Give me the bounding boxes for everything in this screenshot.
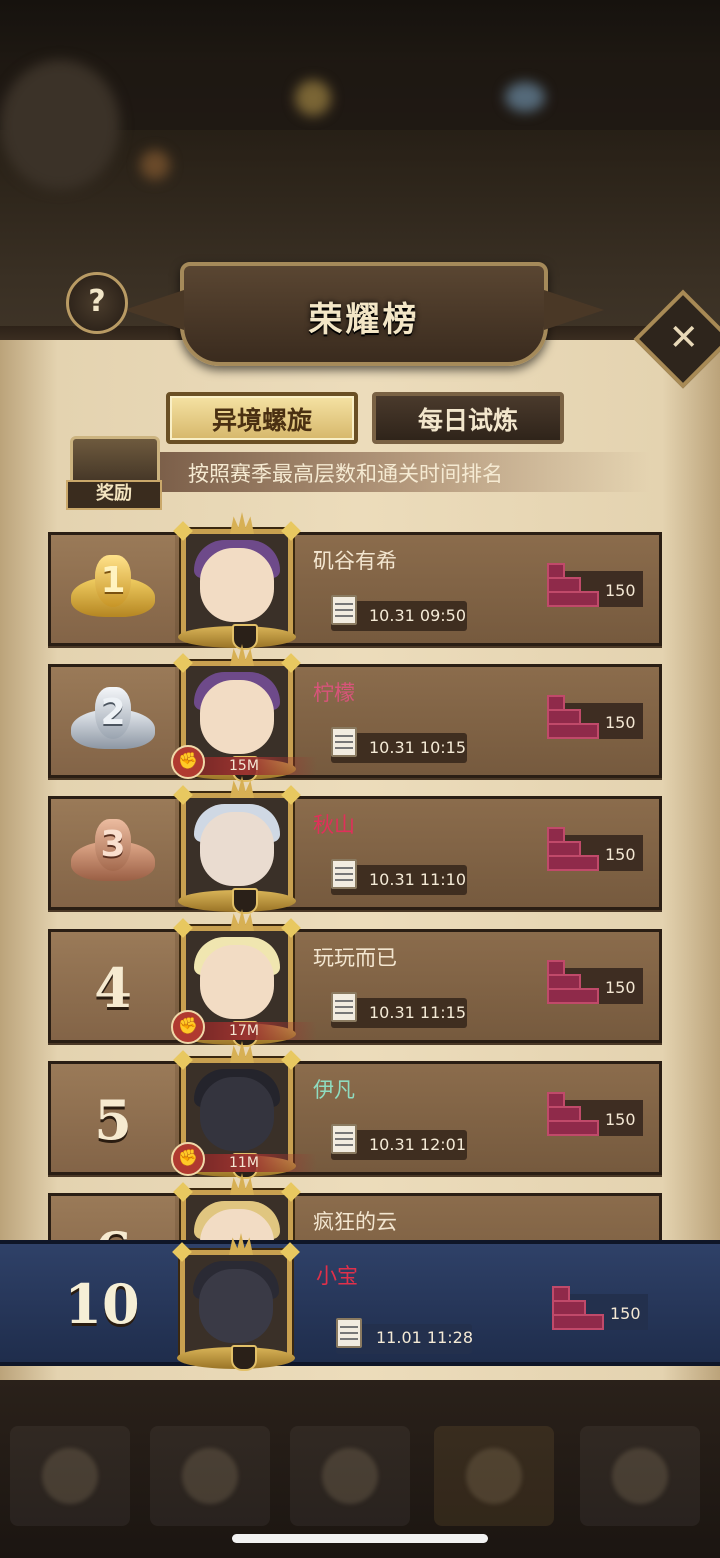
stairs-icon xyxy=(547,563,599,607)
my-rank-number: 10 xyxy=(64,1272,140,1336)
player-name: 疯狂的云 xyxy=(313,1210,397,1234)
floor-count: 150 xyxy=(605,1110,636,1129)
frame-gem xyxy=(172,1242,192,1262)
bottom-nav xyxy=(0,1380,720,1558)
rank-cell: 4 xyxy=(51,932,175,1040)
clear-time: 10.31 11:15 xyxy=(369,1003,466,1022)
table-row[interactable]: 1 矶谷有希 10.31 09:50 150 xyxy=(48,512,662,650)
close-icon: ✕ xyxy=(668,317,699,359)
power-value: 17M xyxy=(229,1023,259,1039)
avatar-face xyxy=(200,680,274,754)
backdrop-avatar xyxy=(0,60,120,190)
backdrop-buff-icon xyxy=(140,150,170,180)
reward-button[interactable]: 奖励 xyxy=(66,436,162,510)
avatar-face xyxy=(200,1077,274,1151)
rank-number: 1 xyxy=(95,555,131,607)
avatar-face xyxy=(200,548,274,622)
backdrop-coin-icon xyxy=(295,80,331,116)
nav-icon xyxy=(182,1448,238,1504)
help-button[interactable]: ? xyxy=(66,272,128,334)
nav-icon xyxy=(42,1448,98,1504)
page-title: 荣耀榜 xyxy=(308,300,420,340)
floor-count: 150 xyxy=(605,713,636,732)
frame-gem xyxy=(280,1242,300,1262)
calendar-icon xyxy=(331,992,357,1022)
nav-item-3[interactable] xyxy=(290,1426,410,1526)
player-name: 玩玩而已 xyxy=(313,946,397,970)
nav-item-4[interactable] xyxy=(434,1426,554,1526)
floor-count: 150 xyxy=(605,978,636,997)
help-icon: ? xyxy=(88,284,106,319)
clear-time: 10.31 12:01 xyxy=(369,1135,466,1154)
rank-cell: 2 xyxy=(51,667,175,775)
ranking-rule-text: 按照赛季最高层数和通关时间排名 xyxy=(188,462,503,486)
fist-icon: ✊ xyxy=(171,1010,205,1044)
calendar-icon xyxy=(331,595,357,625)
calendar-icon xyxy=(331,727,357,757)
nav-icon xyxy=(612,1448,668,1504)
rank-cell: 5 xyxy=(51,1064,175,1172)
bronze-medal-icon: 3 xyxy=(71,819,155,883)
my-avatar[interactable] xyxy=(172,1233,300,1371)
stairs-icon xyxy=(547,695,599,739)
shield-icon xyxy=(232,888,258,914)
rank-number: 5 xyxy=(94,1088,132,1152)
my-clear-time: 11.01 11:28 xyxy=(376,1328,473,1347)
stairs-icon xyxy=(547,960,599,1004)
shield-icon xyxy=(232,624,258,650)
clear-time: 10.31 11:10 xyxy=(369,870,466,889)
player-name: 秋山 xyxy=(313,813,355,837)
player-name: 柠檬 xyxy=(313,681,355,705)
avatar-face xyxy=(200,812,274,886)
tab-daily-trial[interactable]: 每日试炼 xyxy=(372,392,564,444)
floor-count: 150 xyxy=(605,845,636,864)
avatar-face xyxy=(200,945,274,1019)
fist-icon: ✊ xyxy=(171,745,205,779)
nav-icon xyxy=(322,1448,378,1504)
power-value: 11M xyxy=(229,1155,259,1171)
player-avatar[interactable] xyxy=(173,512,301,650)
table-row[interactable]: 3 秋山 10.31 11:10 150 xyxy=(48,776,662,914)
floor-count: 150 xyxy=(605,581,636,600)
player-avatar[interactable] xyxy=(173,776,301,914)
calendar-icon xyxy=(331,859,357,889)
rank-number: 4 xyxy=(94,956,132,1020)
title-plaque: 荣耀榜 xyxy=(180,262,548,366)
clear-time: 10.31 09:50 xyxy=(369,606,466,625)
avatar-face xyxy=(199,1269,273,1343)
nav-item-5[interactable] xyxy=(580,1426,700,1526)
home-indicator[interactable] xyxy=(232,1534,488,1543)
stairs-icon xyxy=(547,827,599,871)
table-row[interactable]: 2 ✊ 15M 柠檬 10.31 10:15 150 xyxy=(48,644,662,782)
nav-icon xyxy=(466,1448,522,1504)
backdrop-diamond-icon xyxy=(505,82,545,112)
rank-cell: 3 xyxy=(51,799,175,907)
shield-icon xyxy=(231,1345,257,1371)
clear-time: 10.31 10:15 xyxy=(369,738,466,757)
my-floor-count: 150 xyxy=(610,1304,641,1323)
stairs-icon xyxy=(547,1092,599,1136)
my-rank-row[interactable]: 10 小宝 11.01 11:28 150 xyxy=(0,1233,720,1371)
rank-cell: 1 xyxy=(51,535,175,643)
rank-number: 2 xyxy=(95,687,131,739)
reward-label: 奖励 xyxy=(66,480,162,510)
stairs-icon xyxy=(552,1286,604,1330)
player-name: 矶谷有希 xyxy=(313,549,397,573)
gold-medal-icon: 1 xyxy=(71,555,155,619)
calendar-icon xyxy=(331,1124,357,1154)
player-name: 伊凡 xyxy=(313,1078,355,1102)
rank-number: 3 xyxy=(95,819,131,871)
calendar-icon xyxy=(336,1318,362,1348)
my-player-name: 小宝 xyxy=(316,1264,358,1288)
table-row[interactable]: 5 ✊ 11M 伊凡 10.31 12:01 150 xyxy=(48,1041,662,1179)
silver-medal-icon: 2 xyxy=(71,687,155,751)
nav-item-1[interactable] xyxy=(10,1426,130,1526)
nav-item-2[interactable] xyxy=(150,1426,270,1526)
tab-spiral[interactable]: 异境螺旋 xyxy=(166,392,358,444)
fist-icon: ✊ xyxy=(171,1142,205,1176)
power-value: 15M xyxy=(229,758,259,774)
table-row[interactable]: 4 ✊ 17M 玩玩而已 10.31 11:15 150 xyxy=(48,909,662,1047)
